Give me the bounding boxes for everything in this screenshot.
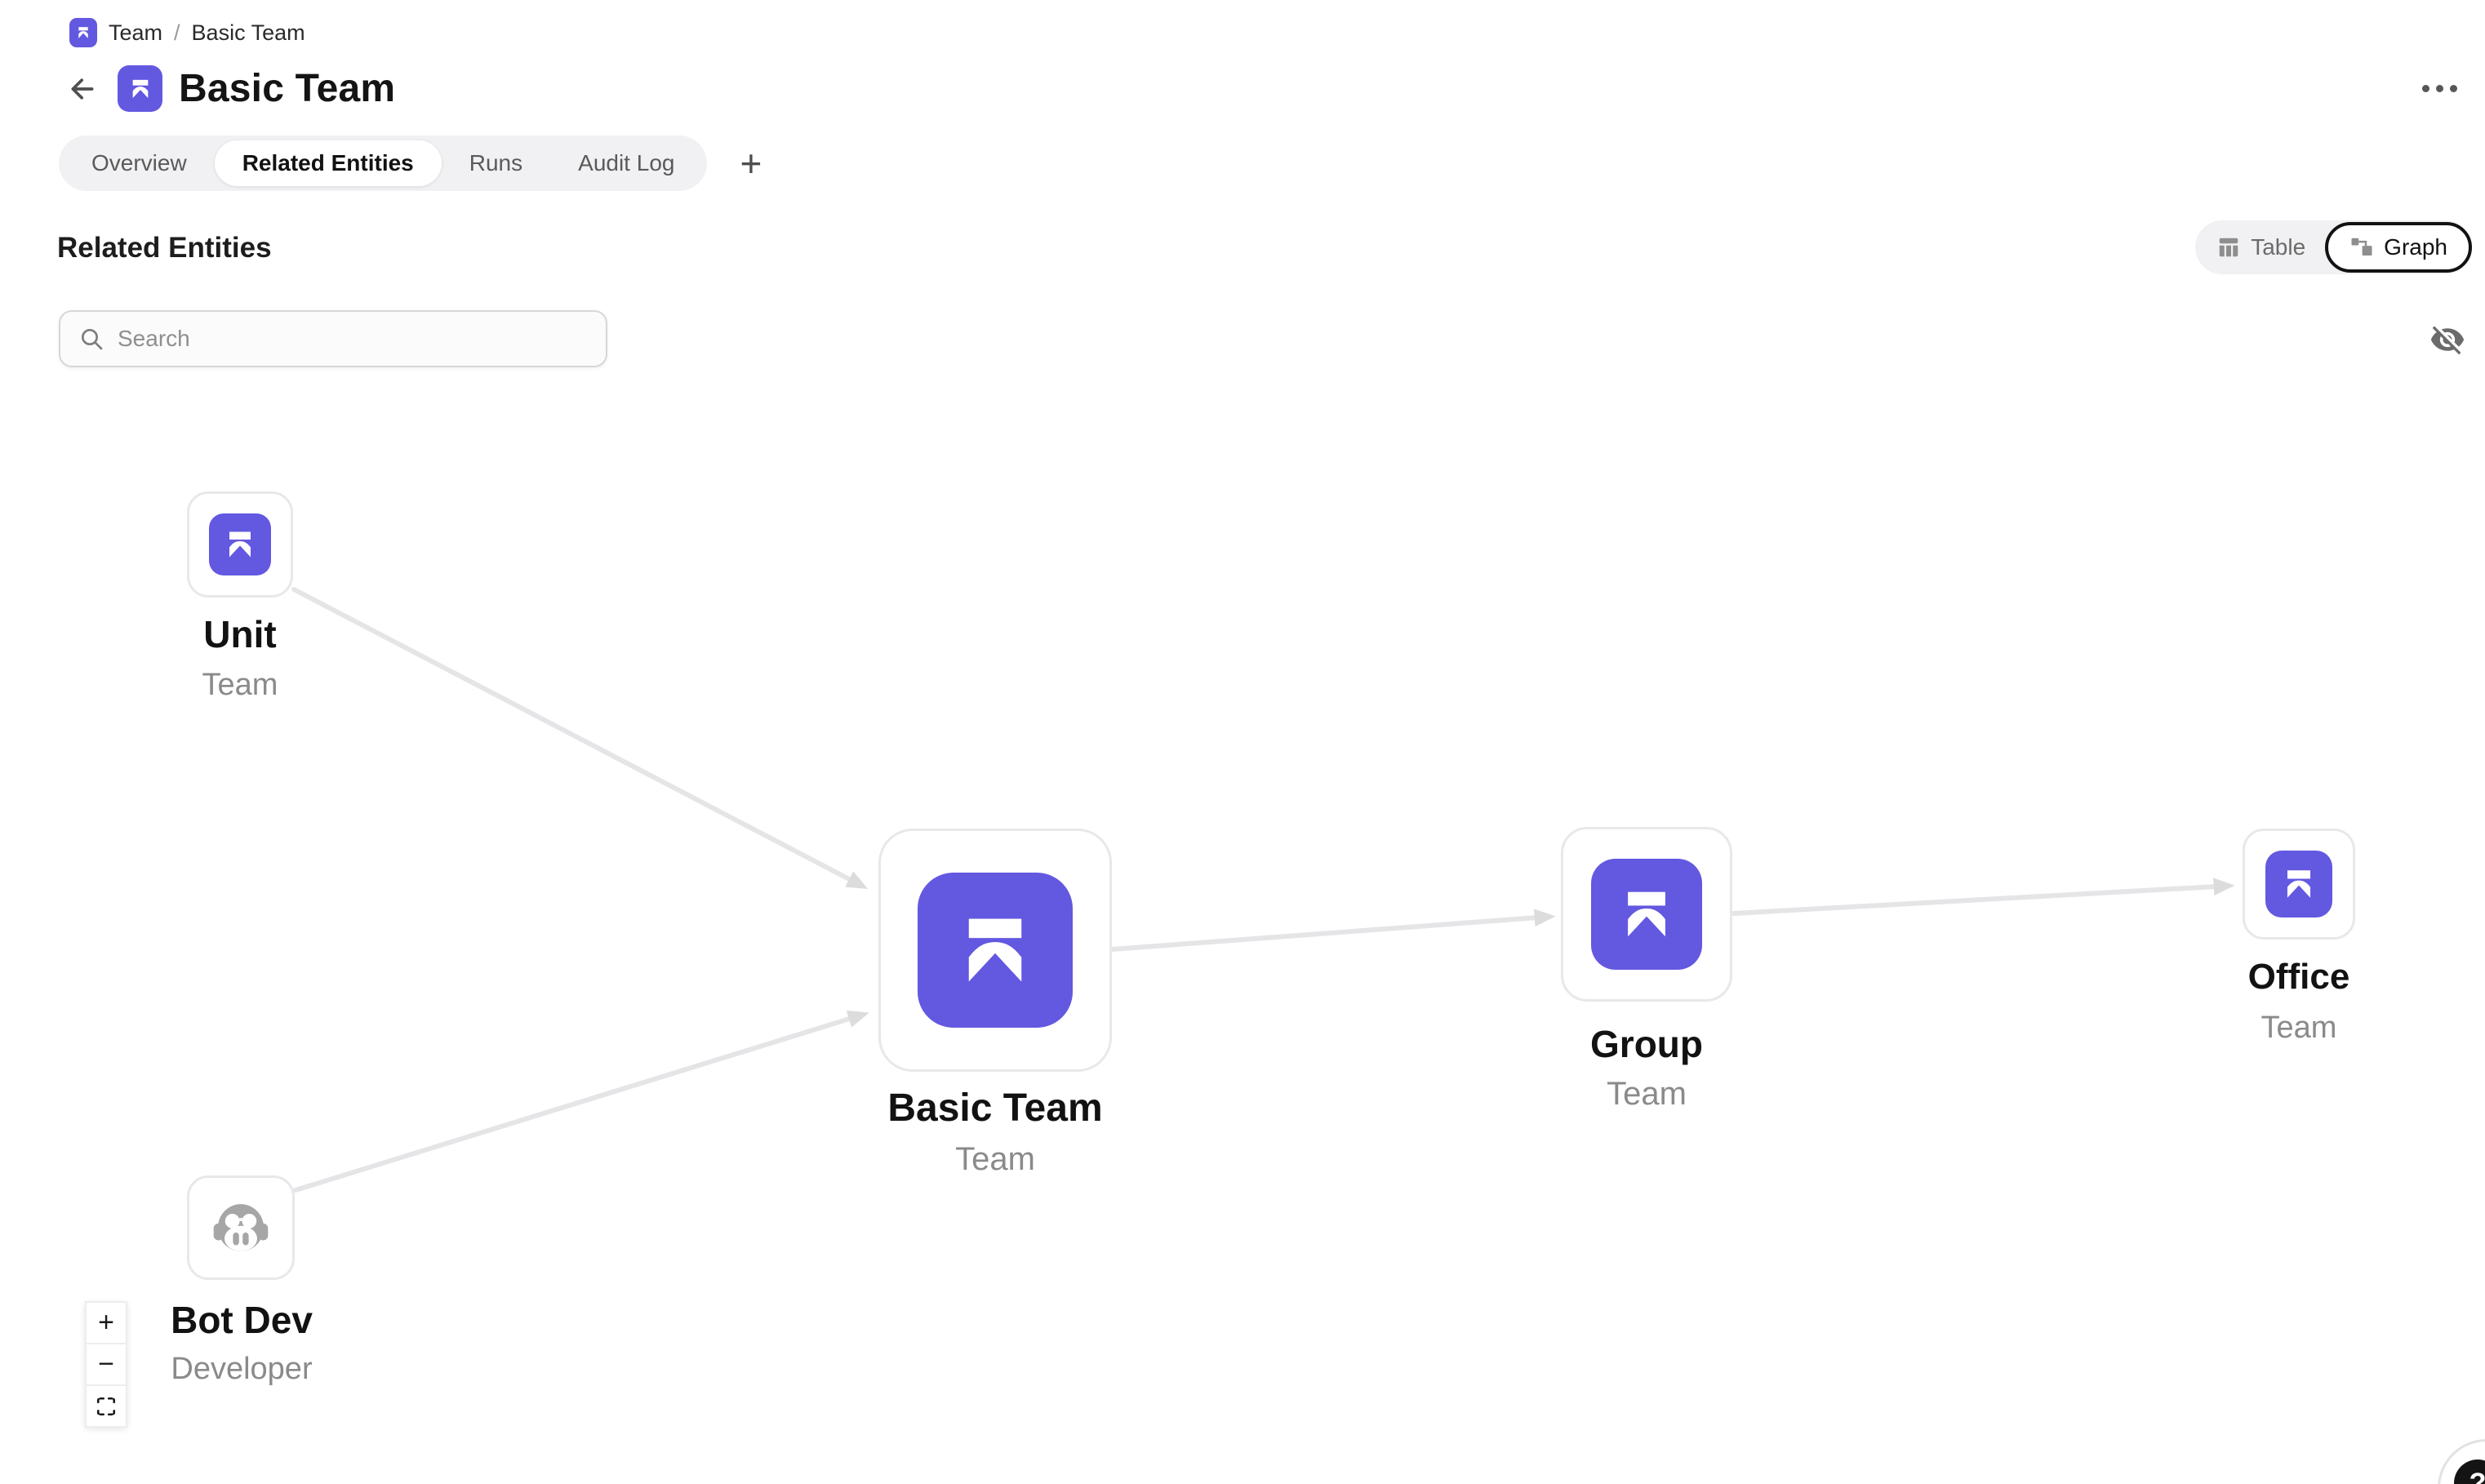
zoom-out-button[interactable]: − <box>85 1343 127 1386</box>
node-unit-sublabel: Team <box>202 668 278 703</box>
node-basic-team[interactable] <box>878 829 1112 1072</box>
port-team-icon <box>918 873 1073 1028</box>
graph-edges <box>0 0 2485 1484</box>
node-group-sublabel: Team <box>1607 1076 1687 1113</box>
edge-basic-group[interactable] <box>1112 918 1538 949</box>
node-office-label: Office <box>2248 957 2350 997</box>
port-team-icon <box>209 513 271 575</box>
edge-bot-basic[interactable] <box>296 1018 852 1190</box>
node-basic-sublabel: Team <box>955 1141 1035 1178</box>
node-office-sublabel: Team <box>2261 1011 2337 1046</box>
node-group-label: Group <box>1590 1022 1703 1066</box>
edge-unit-basic[interactable] <box>294 589 852 881</box>
edge-group-office[interactable] <box>1734 886 2217 913</box>
fit-view-button[interactable] <box>85 1384 127 1428</box>
node-bot-dev[interactable] <box>187 1175 295 1280</box>
node-unit-label: Unit <box>203 612 276 656</box>
node-group[interactable] <box>1561 827 1732 1002</box>
port-team-icon <box>2265 851 2332 918</box>
node-bot-label: Bot Dev <box>171 1298 313 1342</box>
zoom-controls: + − <box>85 1301 127 1428</box>
robot-developer-icon <box>208 1197 273 1258</box>
node-basic-label: Basic Team <box>887 1086 1102 1131</box>
fit-view-icon <box>96 1396 117 1417</box>
node-unit[interactable] <box>187 491 293 598</box>
zoom-in-button[interactable]: + <box>85 1301 127 1344</box>
node-bot-sublabel: Developer <box>171 1352 312 1387</box>
node-office[interactable] <box>2243 829 2355 940</box>
port-team-icon <box>1591 859 1702 970</box>
